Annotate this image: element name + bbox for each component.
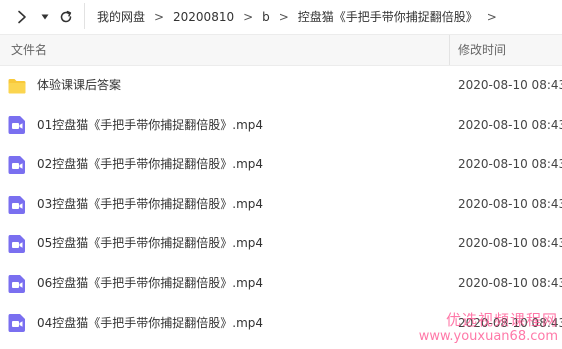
column-divider[interactable] xyxy=(449,35,450,65)
file-name: 03控盘猫《手把手带你捕捉翻倍股》.mp4 xyxy=(37,196,264,211)
file-modified-time: 2020-08-10 08:43 xyxy=(458,157,562,172)
breadcrumb-item-b[interactable]: b xyxy=(262,10,270,24)
video-file-icon xyxy=(7,155,27,175)
video-file-icon xyxy=(7,195,27,215)
list-item[interactable]: 体验课课后答案 2020-08-10 08:43 xyxy=(0,66,562,106)
breadcrumb-item-date-folder[interactable]: 20200810 xyxy=(173,10,234,24)
breadcrumb: 我的网盘 > 20200810 > b > 控盘猫《手把手带你捕捉翻倍股》 > xyxy=(97,0,506,33)
file-name: 04控盘猫《手把手带你捕捉翻倍股》.mp4 xyxy=(37,315,264,330)
folder-icon xyxy=(7,76,27,96)
file-name: 02控盘猫《手把手带你捕捉翻倍股》.mp4 xyxy=(37,157,264,172)
breadcrumb-separator: > xyxy=(153,9,165,24)
file-list-header: 文件名 修改时间 xyxy=(0,34,562,66)
file-modified-time: 2020-08-10 08:43 xyxy=(458,315,562,330)
toolbar: 我的网盘 > 20200810 > b > 控盘猫《手把手带你捕捉翻倍股》 > xyxy=(0,0,562,33)
video-file-icon xyxy=(7,234,27,254)
list-item[interactable]: 06控盘猫《手把手带你捕捉翻倍股》.mp4 2020-08-10 08:43 xyxy=(0,264,562,304)
refresh-icon[interactable] xyxy=(57,0,75,33)
breadcrumb-separator: > xyxy=(243,9,254,24)
column-header-modified[interactable]: 修改时间 xyxy=(458,35,506,65)
video-file-icon xyxy=(7,274,27,294)
breadcrumb-item-home[interactable]: 我的网盘 xyxy=(97,8,145,25)
file-modified-time: 2020-08-10 08:43 xyxy=(458,78,562,92)
list-item[interactable]: 02控盘猫《手把手带你捕捉翻倍股》.mp4 2020-08-10 08:43 xyxy=(0,145,562,185)
video-file-icon xyxy=(7,115,27,135)
file-list: 体验课课后答案 2020-08-10 08:43 01控盘猫《手把手带你捕捉翻倍… xyxy=(0,66,562,343)
file-name: 06控盘猫《手把手带你捕捉翻倍股》.mp4 xyxy=(37,275,264,290)
chevron-right-icon[interactable] xyxy=(14,0,30,33)
list-item[interactable]: 05控盘猫《手把手带你捕捉翻倍股》.mp4 2020-08-10 08:43 xyxy=(0,224,562,264)
file-modified-time: 2020-08-10 08:43 xyxy=(458,275,562,290)
file-name: 05控盘猫《手把手带你捕捉翻倍股》.mp4 xyxy=(37,236,264,251)
list-item[interactable]: 01控盘猫《手把手带你捕捉翻倍股》.mp4 2020-08-10 08:43 xyxy=(0,106,562,146)
breadcrumb-separator: > xyxy=(278,9,289,24)
video-file-icon xyxy=(7,313,27,333)
list-item[interactable]: 03控盘猫《手把手带你捕捉翻倍股》.mp4 2020-08-10 08:43 xyxy=(0,185,562,225)
caret-down-icon[interactable] xyxy=(39,0,51,33)
file-modified-time: 2020-08-10 08:43 xyxy=(458,196,562,211)
file-name: 01控盘猫《手把手带你捕捉翻倍股》.mp4 xyxy=(37,117,264,132)
file-modified-time: 2020-08-10 08:43 xyxy=(458,117,562,132)
file-name: 体验课课后答案 xyxy=(37,78,122,92)
list-item[interactable]: 04控盘猫《手把手带你捕捉翻倍股》.mp4 2020-08-10 08:43 xyxy=(0,304,562,344)
file-modified-time: 2020-08-10 08:43 xyxy=(458,236,562,251)
toolbar-divider xyxy=(84,3,85,29)
breadcrumb-item-current[interactable]: 控盘猫《手把手带你捕捉翻倍股》 xyxy=(298,8,478,25)
column-header-name[interactable]: 文件名 xyxy=(11,35,47,65)
breadcrumb-separator[interactable]: > xyxy=(478,10,506,24)
